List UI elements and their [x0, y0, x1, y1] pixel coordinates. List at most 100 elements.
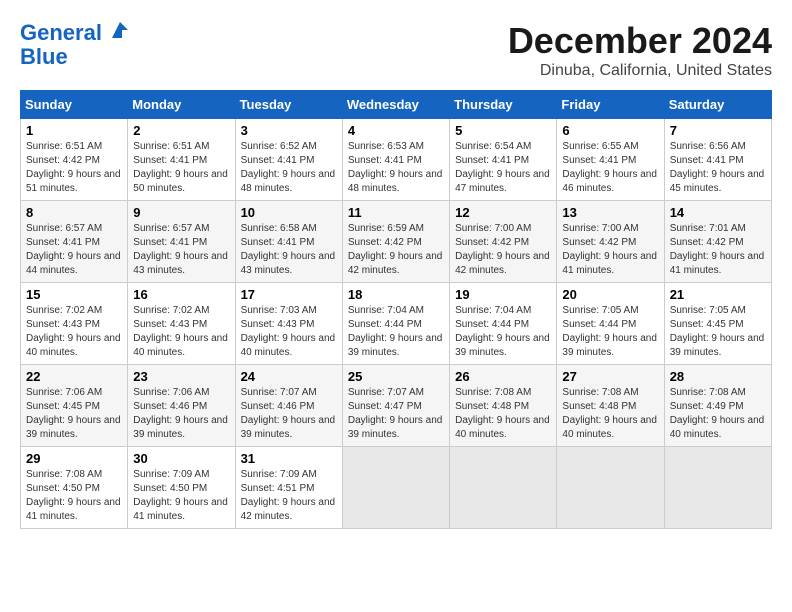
day-info: Sunrise: 6:55 AMSunset: 4:41 PMDaylight:… [562, 140, 658, 196]
day-info: Sunrise: 6:58 AMSunset: 4:41 PMDaylight:… [241, 222, 337, 278]
header: General Blue December 2024 Dinuba, Calif… [20, 20, 772, 80]
day-info: Sunrise: 6:57 AMSunset: 4:41 PMDaylight:… [26, 222, 122, 278]
day-number: 6 [562, 123, 658, 138]
day-info: Sunrise: 7:04 AMSunset: 4:44 PMDaylight:… [348, 304, 444, 360]
day-number: 9 [133, 205, 229, 220]
day-cell: 31 Sunrise: 7:09 AMSunset: 4:51 PMDayligh… [235, 447, 342, 529]
week-row-1: 1 Sunrise: 6:51 AMSunset: 4:42 PMDaylight… [21, 119, 772, 201]
day-number: 21 [670, 287, 766, 302]
day-number: 18 [348, 287, 444, 302]
day-number: 16 [133, 287, 229, 302]
day-cell [664, 447, 771, 529]
day-number: 31 [241, 451, 337, 466]
week-row-5: 29 Sunrise: 7:08 AMSunset: 4:50 PMDayligh… [21, 447, 772, 529]
day-number: 15 [26, 287, 122, 302]
day-cell: 27Sunrise: 7:08 AMSunset: 4:48 PMDayligh… [557, 365, 664, 447]
day-cell: 18 Sunrise: 7:04 AMSunset: 4:44 PMDayligh… [342, 283, 449, 365]
day-info: Sunrise: 7:02 AMSunset: 4:43 PMDaylight:… [133, 304, 229, 360]
week-row-2: 8 Sunrise: 6:57 AMSunset: 4:41 PMDaylight… [21, 201, 772, 283]
day-cell: 6 Sunrise: 6:55 AMSunset: 4:41 PMDaylight… [557, 119, 664, 201]
day-info: Sunrise: 7:05 AMSunset: 4:45 PMDaylight:… [670, 304, 766, 360]
day-number: 28 [670, 369, 766, 384]
day-number: 29 [26, 451, 122, 466]
week-row-4: 22 Sunrise: 7:06 AMSunset: 4:45 PMDayligh… [21, 365, 772, 447]
day-number: 10 [241, 205, 337, 220]
day-info: Sunrise: 7:08 AMSunset: 4:49 PMDaylight:… [670, 386, 766, 442]
title-area: December 2024 Dinuba, California, United… [508, 20, 772, 80]
day-number: 8 [26, 205, 122, 220]
day-cell: 17Sunrise: 7:03 AMSunset: 4:43 PMDayligh… [235, 283, 342, 365]
day-cell [342, 447, 449, 529]
day-number: 14 [670, 205, 766, 220]
logo-icon [110, 20, 130, 40]
day-cell: 11Sunrise: 6:59 AMSunset: 4:42 PMDayligh… [342, 201, 449, 283]
day-number: 22 [26, 369, 122, 384]
month-title: December 2024 [508, 20, 772, 62]
col-header-monday: Monday [128, 91, 235, 119]
day-info: Sunrise: 6:54 AMSunset: 4:41 PMDaylight:… [455, 140, 551, 196]
day-info: Sunrise: 7:01 AMSunset: 4:42 PMDaylight:… [670, 222, 766, 278]
day-info: Sunrise: 7:07 AMSunset: 4:46 PMDaylight:… [241, 386, 337, 442]
day-info: Sunrise: 6:56 AMSunset: 4:41 PMDaylight:… [670, 140, 766, 196]
day-info: Sunrise: 7:08 AMSunset: 4:48 PMDaylight:… [455, 386, 551, 442]
day-info: Sunrise: 7:08 AMSunset: 4:48 PMDaylight:… [562, 386, 658, 442]
day-number: 20 [562, 287, 658, 302]
day-info: Sunrise: 7:09 AMSunset: 4:51 PMDaylight:… [241, 468, 337, 524]
day-info: Sunrise: 7:02 AMSunset: 4:43 PMDaylight:… [26, 304, 122, 360]
day-cell: 16 Sunrise: 7:02 AMSunset: 4:43 PMDayligh… [128, 283, 235, 365]
day-cell: 22 Sunrise: 7:06 AMSunset: 4:45 PMDayligh… [21, 365, 128, 447]
day-cell: 13 Sunrise: 7:00 AMSunset: 4:42 PMDayligh… [557, 201, 664, 283]
day-cell: 20Sunrise: 7:05 AMSunset: 4:44 PMDayligh… [557, 283, 664, 365]
week-row-3: 15 Sunrise: 7:02 AMSunset: 4:43 PMDayligh… [21, 283, 772, 365]
day-number: 12 [455, 205, 551, 220]
day-info: Sunrise: 7:09 AMSunset: 4:50 PMDaylight:… [133, 468, 229, 524]
day-cell: 28 Sunrise: 7:08 AMSunset: 4:49 PMDayligh… [664, 365, 771, 447]
day-cell: 4 Sunrise: 6:53 AMSunset: 4:41 PMDaylight… [342, 119, 449, 201]
header-row: SundayMondayTuesdayWednesdayThursdayFrid… [21, 91, 772, 119]
col-header-tuesday: Tuesday [235, 91, 342, 119]
day-cell: 12Sunrise: 7:00 AMSunset: 4:42 PMDayligh… [450, 201, 557, 283]
day-number: 25 [348, 369, 444, 384]
day-number: 26 [455, 369, 551, 384]
day-cell: 14 Sunrise: 7:01 AMSunset: 4:42 PMDayligh… [664, 201, 771, 283]
day-cell: 23 Sunrise: 7:06 AMSunset: 4:46 PMDayligh… [128, 365, 235, 447]
day-info: Sunrise: 7:08 AMSunset: 4:50 PMDaylight:… [26, 468, 122, 524]
day-cell: 10 Sunrise: 6:58 AMSunset: 4:41 PMDayligh… [235, 201, 342, 283]
day-cell: 15 Sunrise: 7:02 AMSunset: 4:43 PMDayligh… [21, 283, 128, 365]
day-number: 30 [133, 451, 229, 466]
day-cell: 24 Sunrise: 7:07 AMSunset: 4:46 PMDayligh… [235, 365, 342, 447]
day-info: Sunrise: 6:53 AMSunset: 4:41 PMDaylight:… [348, 140, 444, 196]
day-info: Sunrise: 7:06 AMSunset: 4:46 PMDaylight:… [133, 386, 229, 442]
day-cell: 5 Sunrise: 6:54 AMSunset: 4:41 PMDaylight… [450, 119, 557, 201]
day-number: 17 [241, 287, 337, 302]
day-cell: 7 Sunrise: 6:56 AMSunset: 4:41 PMDaylight… [664, 119, 771, 201]
day-number: 11 [348, 205, 444, 220]
day-cell [557, 447, 664, 529]
day-info: Sunrise: 7:04 AMSunset: 4:44 PMDaylight:… [455, 304, 551, 360]
calendar-table: SundayMondayTuesdayWednesdayThursdayFrid… [20, 90, 772, 529]
col-header-wednesday: Wednesday [342, 91, 449, 119]
day-cell: 8 Sunrise: 6:57 AMSunset: 4:41 PMDaylight… [21, 201, 128, 283]
col-header-sunday: Sunday [21, 91, 128, 119]
day-cell: 1 Sunrise: 6:51 AMSunset: 4:42 PMDaylight… [21, 119, 128, 201]
day-info: Sunrise: 7:06 AMSunset: 4:45 PMDaylight:… [26, 386, 122, 442]
day-number: 5 [455, 123, 551, 138]
location-title: Dinuba, California, United States [508, 62, 772, 80]
day-number: 19 [455, 287, 551, 302]
logo-text: General [20, 20, 130, 45]
day-cell: 2Sunrise: 6:51 AMSunset: 4:41 PMDaylight… [128, 119, 235, 201]
day-cell: 25Sunrise: 7:07 AMSunset: 4:47 PMDayligh… [342, 365, 449, 447]
day-info: Sunrise: 6:57 AMSunset: 4:41 PMDaylight:… [133, 222, 229, 278]
day-number: 7 [670, 123, 766, 138]
day-number: 1 [26, 123, 122, 138]
day-cell: 26 Sunrise: 7:08 AMSunset: 4:48 PMDayligh… [450, 365, 557, 447]
day-number: 23 [133, 369, 229, 384]
day-number: 4 [348, 123, 444, 138]
day-cell: 21 Sunrise: 7:05 AMSunset: 4:45 PMDayligh… [664, 283, 771, 365]
day-info: Sunrise: 6:51 AMSunset: 4:42 PMDaylight:… [26, 140, 122, 196]
day-number: 13 [562, 205, 658, 220]
day-info: Sunrise: 7:00 AMSunset: 4:42 PMDaylight:… [562, 222, 658, 278]
logo: General Blue [20, 20, 130, 69]
day-number: 24 [241, 369, 337, 384]
day-cell: 19 Sunrise: 7:04 AMSunset: 4:44 PMDayligh… [450, 283, 557, 365]
